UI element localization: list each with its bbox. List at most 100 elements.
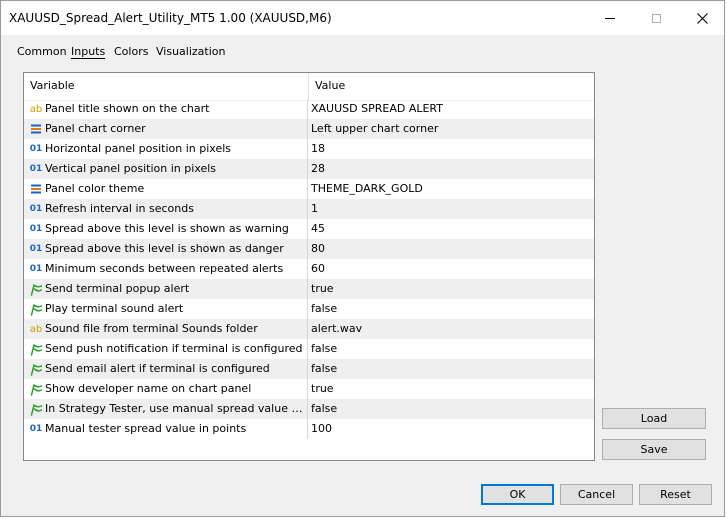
- value-cell[interactable]: 1: [309, 199, 594, 219]
- table-row[interactable]: Panel chart corner Left upper chart corne…: [24, 119, 594, 139]
- grid-rows: ab Panel title shown on the chart XAUUSD S…: [24, 99, 594, 439]
- table-row[interactable]: Show developer name on chart panel true: [24, 379, 594, 399]
- value-cell[interactable]: 18: [309, 139, 594, 159]
- close-button[interactable]: [679, 1, 725, 35]
- value-cell[interactable]: true: [309, 279, 594, 299]
- table-row[interactable]: 01 Vertical panel position in pixels 28: [24, 159, 594, 179]
- cancel-button[interactable]: Cancel: [560, 484, 633, 505]
- integer-glyph: 01: [29, 144, 43, 154]
- variable-cell: Send email alert if terminal is configur…: [24, 359, 308, 379]
- table-row[interactable]: 01 Minimum seconds between repeated alert…: [24, 259, 594, 279]
- integer-glyph: 01: [29, 244, 43, 254]
- integer-glyph: 01: [29, 204, 43, 214]
- table-row[interactable]: ab Panel title shown on the chart XAUUSD S…: [24, 99, 594, 119]
- table-row[interactable]: Play terminal sound alert false: [24, 299, 594, 319]
- integer-icon: 01: [29, 202, 43, 216]
- value-cell[interactable]: 100: [309, 419, 594, 439]
- variable-label: Send push notification if terminal is co…: [45, 342, 303, 355]
- table-row[interactable]: 01 Spread above this level is shown as da…: [24, 239, 594, 259]
- variable-cell: ab Panel title shown on the chart: [24, 99, 308, 119]
- value-cell[interactable]: 45: [309, 219, 594, 239]
- value-cell[interactable]: alert.wav: [309, 319, 594, 339]
- value-cell[interactable]: THEME_DARK_GOLD: [309, 179, 594, 199]
- variable-label: Refresh interval in seconds: [45, 202, 194, 215]
- variable-cell: ab Sound file from terminal Sounds folder: [24, 319, 308, 339]
- integer-glyph: 01: [29, 424, 43, 434]
- string-icon: ab: [29, 102, 43, 116]
- table-row[interactable]: 01 Refresh interval in seconds 1: [24, 199, 594, 219]
- table-row[interactable]: Send email alert if terminal is configur…: [24, 359, 594, 379]
- value-cell[interactable]: true: [309, 379, 594, 399]
- tab-colors[interactable]: Colors: [114, 45, 148, 58]
- value-cell[interactable]: false: [309, 399, 594, 419]
- save-button[interactable]: Save: [602, 439, 706, 460]
- table-row[interactable]: 01 Horizontal panel position in pixels 18: [24, 139, 594, 159]
- variable-label: Panel chart corner: [45, 122, 146, 135]
- enum-icon: [29, 182, 43, 196]
- enum-icon: [29, 122, 43, 136]
- minimize-button[interactable]: [587, 1, 633, 35]
- variable-cell: Send push notification if terminal is co…: [24, 339, 308, 359]
- variable-label: In Strategy Tester, use manual spread va…: [45, 402, 303, 415]
- bool-icon: [29, 362, 43, 376]
- reset-button[interactable]: Reset: [639, 484, 712, 505]
- variable-label: Vertical panel position in pixels: [45, 162, 217, 175]
- tab-visualization[interactable]: Visualization: [156, 45, 225, 58]
- variable-cell: 01 Horizontal panel position in pixels: [24, 139, 308, 159]
- value-cell[interactable]: 60: [309, 259, 594, 279]
- bool-icon: [29, 402, 43, 416]
- value-cell[interactable]: 80: [309, 239, 594, 259]
- table-row[interactable]: Send push notification if terminal is co…: [24, 339, 594, 359]
- variable-cell: Send terminal popup alert: [24, 279, 308, 299]
- tab-common[interactable]: Common: [17, 45, 67, 58]
- table-row[interactable]: 01 Spread above this level is shown as wa…: [24, 219, 594, 239]
- variable-cell: Panel chart corner: [24, 119, 308, 139]
- inputs-grid[interactable]: Variable Value ab Panel title shown on th…: [23, 72, 595, 461]
- variable-cell: 01 Spread above this level is shown as da…: [24, 239, 308, 259]
- variable-label: Spread above this level is shown as dang…: [45, 242, 284, 255]
- value-cell[interactable]: 28: [309, 159, 594, 179]
- variable-label: Spread above this level is shown as warn…: [45, 222, 289, 235]
- tab-inputs[interactable]: Inputs: [71, 45, 106, 59]
- variable-cell: In Strategy Tester, use manual spread va…: [24, 399, 308, 419]
- variable-cell: Show developer name on chart panel: [24, 379, 308, 399]
- table-row[interactable]: Send terminal popup alert true: [24, 279, 594, 299]
- dialog-window: XAUUSD_Spread_Alert_Utility_MT5 1.00 (XA…: [0, 0, 725, 517]
- bool-icon: [29, 342, 43, 356]
- table-row[interactable]: Panel color theme THEME_DARK_GOLD: [24, 179, 594, 199]
- variable-label: Play terminal sound alert: [45, 302, 184, 315]
- variable-cell: 01 Spread above this level is shown as wa…: [24, 219, 308, 239]
- integer-icon: 01: [29, 242, 43, 256]
- integer-glyph: 01: [29, 224, 43, 234]
- integer-icon: 01: [29, 142, 43, 156]
- variable-label: Minimum seconds between repeated alerts: [45, 262, 284, 275]
- column-header-variable[interactable]: Variable: [24, 73, 309, 100]
- column-header-value[interactable]: Value: [309, 73, 594, 100]
- integer-icon: 01: [29, 422, 43, 436]
- value-cell[interactable]: XAUUSD SPREAD ALERT: [309, 99, 594, 119]
- variable-cell: 01 Vertical panel position in pixels: [24, 159, 308, 179]
- value-cell[interactable]: false: [309, 339, 594, 359]
- value-cell[interactable]: Left upper chart corner: [309, 119, 594, 139]
- variable-cell: 01 Refresh interval in seconds: [24, 199, 308, 219]
- variable-cell: Panel color theme: [24, 179, 308, 199]
- grid-header: Variable Value: [24, 73, 594, 101]
- table-row[interactable]: ab Sound file from terminal Sounds folder…: [24, 319, 594, 339]
- variable-label: Horizontal panel position in pixels: [45, 142, 232, 155]
- window-title: XAUUSD_Spread_Alert_Utility_MT5 1.00 (XA…: [9, 11, 332, 25]
- table-row[interactable]: In Strategy Tester, use manual spread va…: [24, 399, 594, 419]
- string-glyph: ab: [29, 103, 43, 115]
- value-cell[interactable]: false: [309, 299, 594, 319]
- title-bar: XAUUSD_Spread_Alert_Utility_MT5 1.00 (XA…: [1, 1, 724, 35]
- table-row[interactable]: 01 Manual tester spread value in points 10…: [24, 419, 594, 439]
- maximize-button[interactable]: [633, 1, 679, 35]
- bool-icon: [29, 302, 43, 316]
- bool-icon: [29, 382, 43, 396]
- variable-label: Panel color theme: [45, 182, 145, 195]
- string-glyph: ab: [29, 323, 43, 335]
- ok-button[interactable]: OK: [481, 484, 554, 505]
- value-cell[interactable]: false: [309, 359, 594, 379]
- integer-icon: 01: [29, 262, 43, 276]
- load-button[interactable]: Load: [602, 408, 706, 429]
- integer-glyph: 01: [29, 164, 43, 174]
